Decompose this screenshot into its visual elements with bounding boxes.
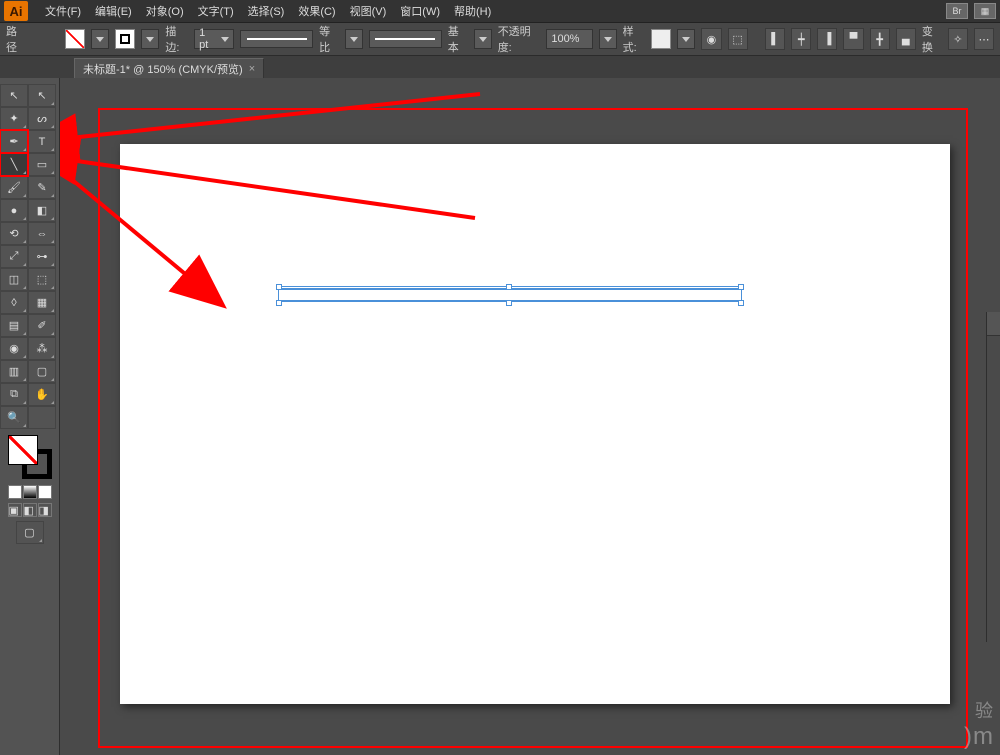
stroke-profile-uniform[interactable] <box>240 30 313 48</box>
align-panel-button[interactable]: ⬚ <box>728 28 748 50</box>
width-tool[interactable]: ⊶ <box>28 245 56 268</box>
fill-dropdown[interactable] <box>91 29 109 49</box>
right-panel-stub <box>986 312 1000 642</box>
selection-type-label: 路径 <box>6 23 26 55</box>
menu-object[interactable]: 对象(O) <box>139 3 191 19</box>
control-bar: 路径 描边: 1 pt 等比 基本 不透明度: 100% 样式: ◉ ⬚ ▌ ┿… <box>0 23 1000 56</box>
column-graph-tool[interactable]: ▥ <box>0 360 28 383</box>
canvas-area[interactable] <box>60 78 985 755</box>
artboard-tool[interactable]: ▢ <box>28 360 56 383</box>
blend-tool[interactable]: ◉ <box>0 337 28 360</box>
align-hcenter[interactable]: ┿ <box>791 28 811 50</box>
menu-view[interactable]: 视图(V) <box>343 3 394 19</box>
screen-mode-button[interactable]: ▢ <box>16 521 44 544</box>
arrange-docs-button[interactable]: ▦ <box>974 3 996 19</box>
rotate-tool[interactable]: ⟲ <box>0 222 28 245</box>
recolor-button[interactable]: ◉ <box>701 28 721 50</box>
gradient-tool[interactable]: ▤ <box>0 314 28 337</box>
perspective-tool[interactable]: ◊ <box>0 291 28 314</box>
document-tab-bar: 未标题-1* @ 150% (CMYK/预览) × <box>0 56 1000 78</box>
magic-wand-tool[interactable]: ✦ <box>0 107 28 130</box>
color-mode-none[interactable] <box>38 485 52 499</box>
menu-select[interactable]: 选择(S) <box>241 3 292 19</box>
blob-brush-tool[interactable]: ● <box>0 199 28 222</box>
brush-def[interactable] <box>369 30 442 48</box>
tab-close-button[interactable]: × <box>249 63 255 75</box>
profile-label-1: 等比 <box>319 23 339 55</box>
eyedropper-tool[interactable]: ✐ <box>28 314 56 337</box>
menu-effect[interactable]: 效果(C) <box>291 3 342 19</box>
transform-label[interactable]: 变换 <box>922 23 942 55</box>
brush-dd[interactable] <box>474 29 492 49</box>
opacity-label[interactable]: 不透明度: <box>498 23 541 55</box>
stroke-weight-input[interactable]: 1 pt <box>194 29 234 49</box>
eraser-tool[interactable]: ◧ <box>28 199 56 222</box>
scale-tool[interactable]: ⤢ <box>0 245 28 268</box>
paintbrush-tool[interactable]: 🖌 <box>0 176 28 199</box>
color-modes <box>0 485 59 499</box>
line-tool[interactable]: ╲ <box>0 153 28 176</box>
draw-behind[interactable]: ◧ <box>23 503 37 517</box>
watermark: 验 )m <box>964 697 994 751</box>
tab-title: 未标题-1* @ 150% (CMYK/预览) <box>83 61 243 77</box>
isolate-button[interactable]: ✧ <box>948 28 968 50</box>
fill-color-indicator[interactable] <box>8 435 38 465</box>
selection-tool[interactable]: ↖ <box>0 84 28 107</box>
hand-tool[interactable]: ✋ <box>28 383 56 406</box>
lasso-tool[interactable]: ᔕ <box>28 107 56 130</box>
color-mode-solid[interactable] <box>8 485 22 499</box>
slice-tool[interactable]: ⧉ <box>0 383 28 406</box>
more-button[interactable]: ⋯ <box>974 28 994 50</box>
tool-panel: ↖↖✦ᔕ✒T╲▭🖌✎●◧⟲⇔⤢⊶◫⬚◊▦▤✐◉⁂▥▢⧉✋🔍 ▣ ◧ ◨ ▢ <box>0 78 60 755</box>
reflect-tool[interactable]: ⇔ <box>28 222 56 245</box>
align-top[interactable]: ▀ <box>843 28 863 50</box>
menu-bar: Ai 文件(F) 编辑(E) 对象(O) 文字(T) 选择(S) 效果(C) 视… <box>0 0 1000 23</box>
panel-tab-stub[interactable] <box>987 312 1000 336</box>
stroke-dropdown[interactable] <box>141 29 159 49</box>
direct-select-tool[interactable]: ↖ <box>28 84 56 107</box>
document-tab[interactable]: 未标题-1* @ 150% (CMYK/预览) × <box>74 58 264 78</box>
draw-normal[interactable]: ▣ <box>8 503 22 517</box>
menu-edit[interactable]: 编辑(E) <box>88 3 139 19</box>
type-tool[interactable]: T <box>28 130 56 153</box>
menu-type[interactable]: 文字(T) <box>191 3 241 19</box>
color-mode-gradient[interactable] <box>23 485 37 499</box>
artboard[interactable] <box>120 144 950 704</box>
align-vcenter[interactable]: ╋ <box>870 28 890 50</box>
style-dd[interactable] <box>677 29 695 49</box>
app-logo: Ai <box>4 1 28 21</box>
stroke-swatch[interactable] <box>115 29 135 49</box>
stroke-label: 描边: <box>165 23 188 55</box>
draw-inside[interactable]: ◨ <box>38 503 52 517</box>
align-bottom[interactable]: ▄ <box>896 28 916 50</box>
tool-empty <box>28 406 56 429</box>
opacity-dd[interactable] <box>599 29 617 49</box>
mesh-tool[interactable]: ▦ <box>28 291 56 314</box>
shape-builder-tool[interactable]: ⬚ <box>28 268 56 291</box>
style-swatch[interactable] <box>651 29 671 49</box>
opacity-input[interactable]: 100% <box>546 29 592 49</box>
fill-swatch[interactable] <box>65 29 85 49</box>
menu-window[interactable]: 窗口(W) <box>393 3 447 19</box>
zoom-tool[interactable]: 🔍 <box>0 406 28 429</box>
profile-dd-1[interactable] <box>345 29 363 49</box>
menu-help[interactable]: 帮助(H) <box>447 3 498 19</box>
profile-label-2: 基本 <box>448 23 468 55</box>
align-right[interactable]: ▐ <box>817 28 837 50</box>
pen-tool[interactable]: ✒ <box>0 130 28 153</box>
free-transform-tool[interactable]: ◫ <box>0 268 28 291</box>
style-label: 样式: <box>623 23 646 55</box>
bridge-button[interactable]: Br <box>946 3 968 19</box>
symbol-spray-tool[interactable]: ⁂ <box>28 337 56 360</box>
main-area: ↖↖✦ᔕ✒T╲▭🖌✎●◧⟲⇔⤢⊶◫⬚◊▦▤✐◉⁂▥▢⧉✋🔍 ▣ ◧ ◨ ▢ <box>0 78 1000 755</box>
align-left[interactable]: ▌ <box>765 28 785 50</box>
screen-modes: ▣ ◧ ◨ <box>0 503 59 517</box>
fill-stroke-indicator[interactable] <box>8 435 52 479</box>
pencil-tool[interactable]: ✎ <box>28 176 56 199</box>
rectangle-tool[interactable]: ▭ <box>28 153 56 176</box>
menu-file[interactable]: 文件(F) <box>38 3 88 19</box>
